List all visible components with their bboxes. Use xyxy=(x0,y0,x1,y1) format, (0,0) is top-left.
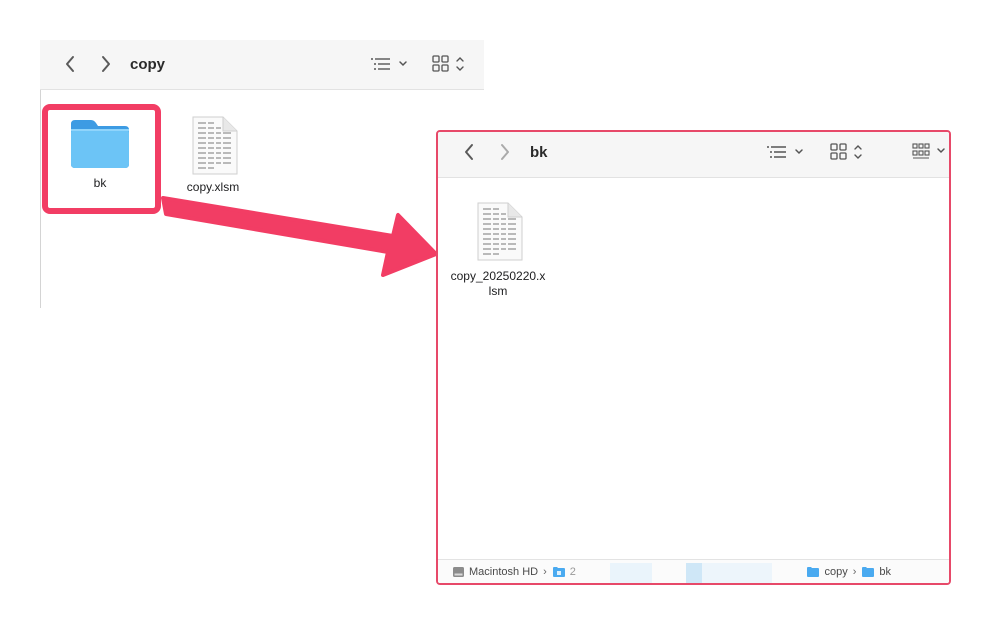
file-label: copy_20250220.x lsm xyxy=(451,269,546,299)
right-toolbar: bk xyxy=(438,132,949,178)
path-label: Macintosh HD xyxy=(469,565,539,578)
path-item-bk[interactable]: bk xyxy=(861,566,891,578)
path-item-truncated[interactable]: 2 xyxy=(552,566,576,578)
path-separator: › xyxy=(543,565,547,578)
back-button[interactable] xyxy=(458,141,480,163)
path-label: copy xyxy=(824,565,848,578)
gallery-grid-icon xyxy=(912,143,945,159)
action-menu-button[interactable] xyxy=(912,142,948,162)
path-label: 2 xyxy=(569,565,576,578)
path-bar: Macintosh HD › 2 copy › bk xyxy=(438,559,949,583)
folder-icon xyxy=(862,566,875,577)
redacted-area xyxy=(686,563,702,583)
file-label-line1: copy_20250220.x xyxy=(450,269,546,283)
spreadsheet-document-icon xyxy=(477,202,523,261)
redacted-area xyxy=(610,563,652,583)
home-folder-icon xyxy=(552,566,565,577)
list-view-menu-button[interactable] xyxy=(766,144,806,160)
hard-drive-icon xyxy=(453,566,464,577)
path-item-copy[interactable]: copy xyxy=(806,565,848,578)
group-view-menu-button[interactable] xyxy=(830,142,866,162)
path-item-macintosh-hd[interactable]: Macintosh HD xyxy=(452,566,538,578)
window-title: bk xyxy=(530,144,548,161)
path-separator: › xyxy=(852,565,857,578)
folder-icon xyxy=(807,566,820,577)
list-view-icon xyxy=(767,146,803,158)
file-item-copy-20250220-xlsm[interactable]: copy_20250220.x lsm xyxy=(443,202,553,299)
file-label-line2: lsm xyxy=(488,284,508,298)
grid-icon xyxy=(830,143,862,160)
redacted-area xyxy=(702,563,772,583)
right-finder-window: bk copy_20250220.x lsm Macintosh HD › 2 … xyxy=(436,130,951,585)
path-label: bk xyxy=(879,565,891,578)
chevron-left-icon xyxy=(465,144,473,160)
forward-button[interactable] xyxy=(494,141,516,163)
chevron-right-icon xyxy=(501,144,509,160)
